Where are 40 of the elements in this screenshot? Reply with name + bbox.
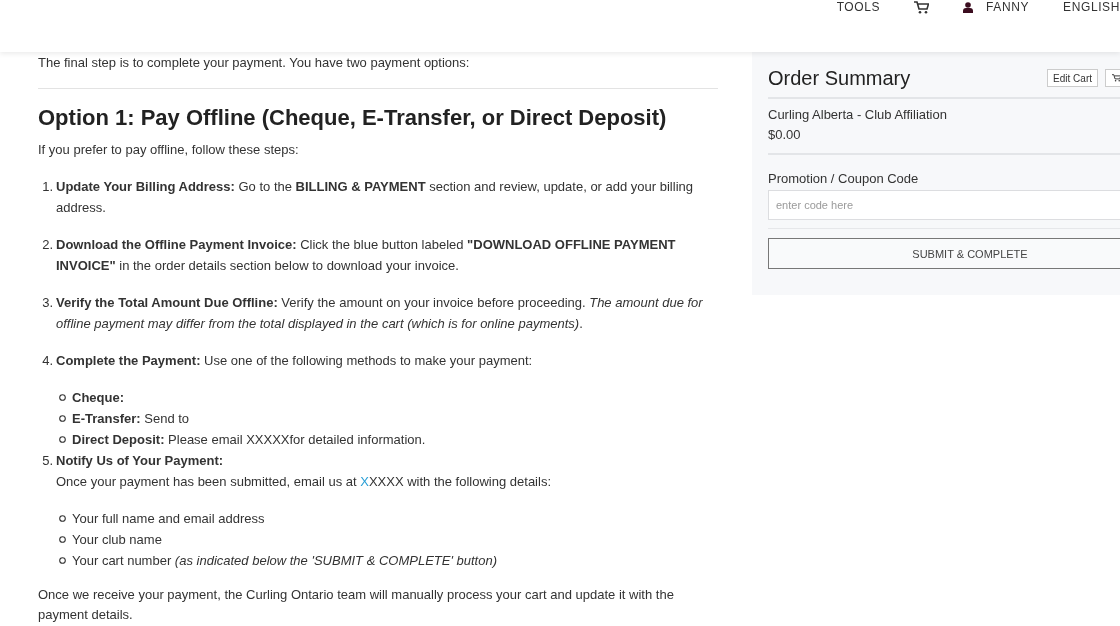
bullet-icon (59, 415, 66, 422)
closing-text: Once we receive your payment, the Curling Ontario team will manually process your cart and update it with the payment details. (38, 586, 675, 624)
language-link[interactable]: ENGLISH (1063, 0, 1120, 14)
bullet-text: Your full name and email address (72, 510, 265, 528)
list-number: 2. (41, 236, 53, 254)
bullet-text: E-Transfer: Send to (72, 410, 190, 428)
coupon-label: Promotion / Coupon Code (768, 170, 920, 188)
line-item-price: $0.00 (768, 126, 802, 144)
bullet-text: Your cart number (as indicated below the 'SUBMIT & COMPLETE' button) (72, 552, 497, 570)
account-link[interactable]: FANNY (963, 0, 1030, 14)
step-text: Once your payment has been submitted, email us at XXXXX with the following details: (56, 473, 552, 491)
bullet-text: Cheque: (72, 389, 124, 407)
nav-link[interactable]: TOOLS (836, 0, 881, 14)
section-heading: Option 1: Pay Offline (Cheque, E-Transfer, or Direct Deposit) (38, 104, 668, 132)
step-title: Notify Us of Your Payment: (56, 452, 225, 470)
bullet-icon (59, 536, 66, 543)
step-text: Complete the Payment: Use one of the following methods to make your payment: (56, 352, 534, 370)
coupon-input[interactable]: enter code here (768, 190, 1120, 220)
step-text: Verify the Total Amount Due Offline: Verify the amount on your invoice before proceeding. The amount due for offline payment may differ from the total displayed in the cart (which is for online payments). (56, 294, 704, 333)
bullet-icon (59, 436, 66, 443)
bullet-text: Your club name (72, 531, 162, 549)
bullet-text: Direct Deposit: Please email XXXXXfor detailed information. (72, 431, 426, 449)
line-item-name: Curling Alberta - Club Affiliation (768, 106, 948, 124)
edit-cart-button[interactable]: Edit Cart (1047, 69, 1098, 87)
intro-text: The final step is to complete your payment. You have two payment options: (38, 54, 471, 72)
cart-icon[interactable] (914, 0, 930, 14)
cart-icon[interactable] (1111, 74, 1120, 82)
list-number: 1. (41, 178, 53, 196)
bullet-icon (59, 557, 66, 564)
list-number: 5. (41, 452, 53, 470)
user-icon (963, 1, 974, 13)
list-number: 4. (41, 352, 53, 370)
bullet-icon (59, 515, 66, 522)
panel-title: Order Summary (768, 66, 912, 90)
submit-button[interactable]: SUBMIT & COMPLETE (768, 238, 1120, 269)
list-number: 3. (41, 294, 53, 312)
step-text: Download the Offline Payment Invoice: Click the blue button labeled "DOWNLOAD OFFLINE PAYMENT INVOICE" in the order details section below to download your invoice. (56, 236, 677, 275)
lead-text: If you prefer to pay offline, follow these steps: (38, 141, 300, 159)
step-text: Update Your Billing Address: Go to the BILLING & PAYMENT section and review, update, or add your billing address. (56, 178, 694, 217)
bullet-icon (59, 394, 66, 401)
